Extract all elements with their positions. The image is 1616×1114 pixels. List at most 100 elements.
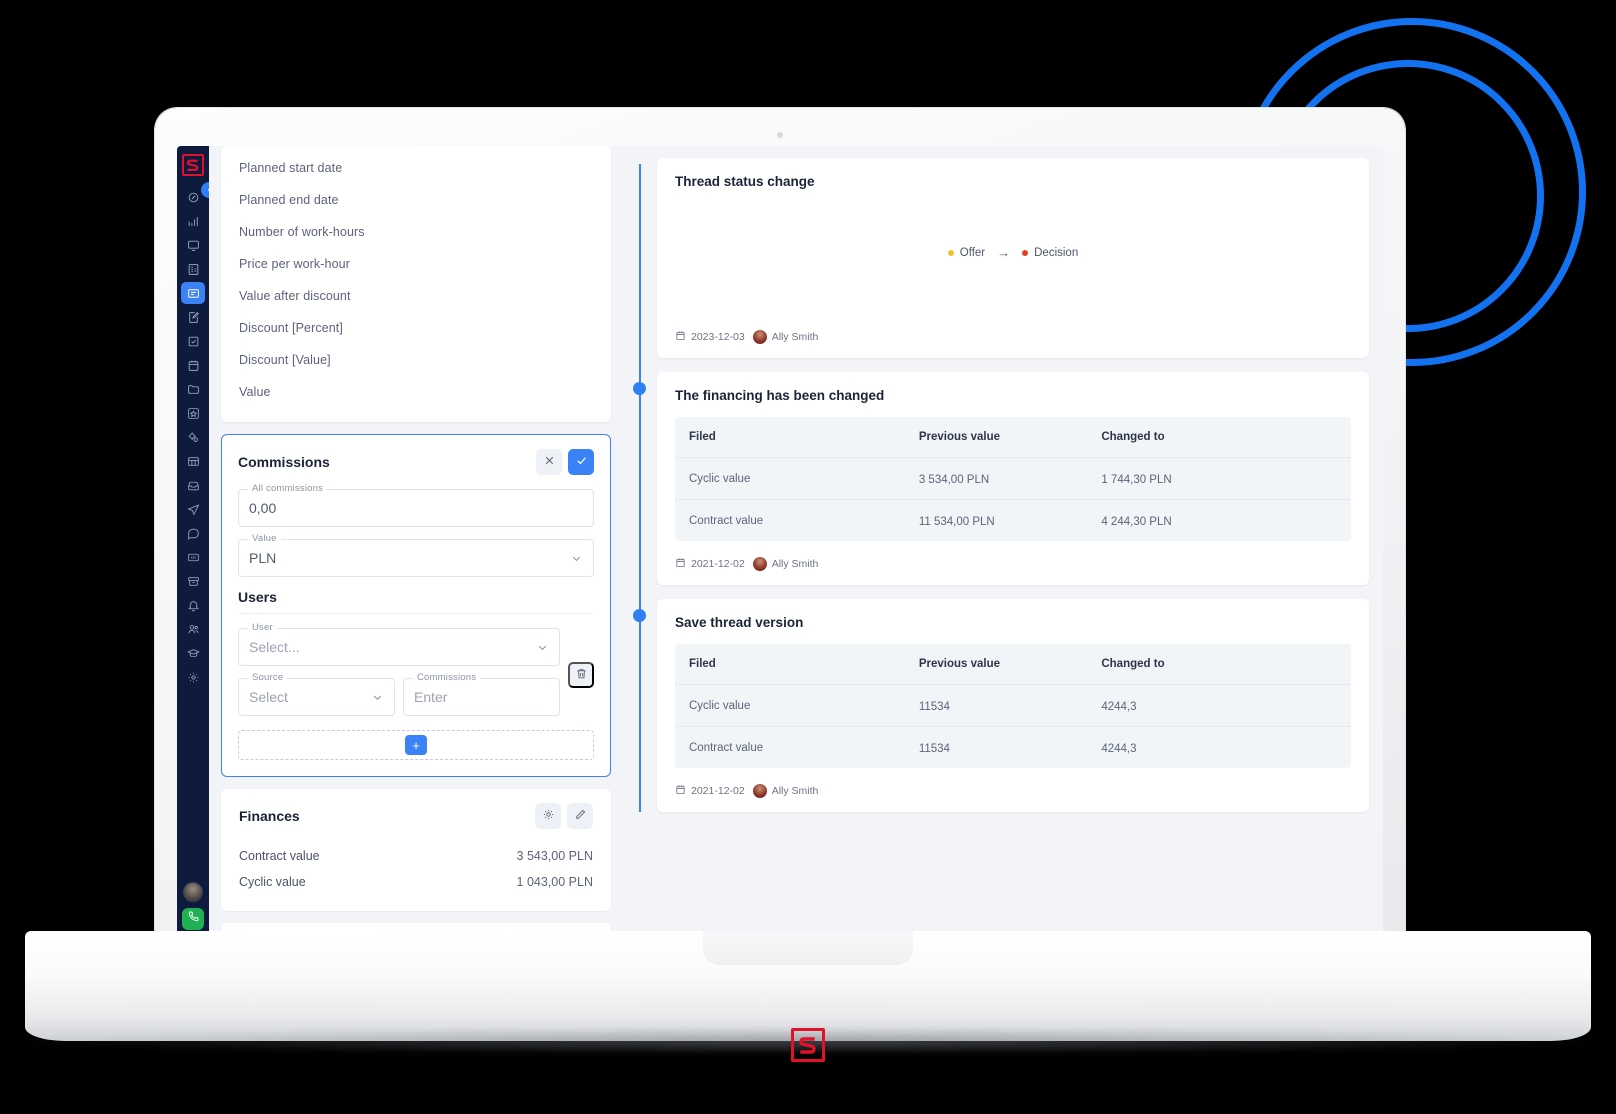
field-number-of-work-hours[interactable]: Number of work-hours (239, 216, 593, 248)
timeline-dot (633, 382, 646, 395)
commissions-cancel-button[interactable] (536, 449, 562, 475)
gears-icon (187, 431, 200, 444)
sidebar-item-notifications[interactable] (181, 594, 205, 616)
author-avatar (752, 330, 767, 344)
source-select[interactable]: Source Select (238, 672, 395, 716)
cell-field: Contract value (675, 499, 905, 541)
sidebar-item-tasks[interactable] (181, 330, 205, 352)
commissions-header: Commissions (238, 449, 594, 475)
source-commission-row: Source Select Commissions Enter (238, 672, 560, 728)
message-box-icon (187, 287, 200, 300)
finances-title: Finances (239, 808, 300, 824)
thread-details-column: Planned start date Planned end date Numb… (209, 146, 623, 936)
sidebar-item-chat[interactable] (181, 522, 205, 544)
chevron-down-icon (536, 641, 549, 654)
table-row: Contract value 11 534,00 PLN 4 244,30 PL… (675, 499, 1351, 541)
column-header-changed-to: Changed to (1087, 644, 1351, 685)
currency-select[interactable]: Value PLN (238, 533, 594, 577)
table-row: Cyclic value 3 534,00 PLN 1 744,30 PLN (675, 457, 1351, 500)
kpi-icon: KPI (187, 551, 200, 564)
users-divider (238, 613, 594, 614)
sidebar-item-inbox[interactable] (181, 474, 205, 496)
add-user-dropzone[interactable]: + (238, 730, 594, 760)
field-discount-percent[interactable]: Discount [Percent] (239, 312, 593, 344)
cell-previous-value: 11 534,00 PLN (904, 499, 1088, 541)
scene-root: ‹ (0, 0, 1616, 1114)
sidebar-item-reports[interactable] (181, 258, 205, 280)
sidebar-item-training[interactable] (181, 642, 205, 664)
event-title: Thread status change (675, 174, 815, 189)
table-header-row: Filed Previous value Changed to (675, 417, 1351, 458)
cell-field: Cyclic value (675, 684, 905, 727)
field-discount-value[interactable]: Discount [Value] (239, 344, 593, 376)
field-planned-start-date[interactable]: Planned start date (239, 152, 593, 184)
sidebar-item-favorites[interactable] (181, 402, 205, 424)
field-value[interactable]: Value (239, 376, 593, 408)
status-chip-from: Offer (947, 247, 985, 259)
cell-previous-value: 11534 (904, 726, 1088, 768)
table-grid-icon (187, 455, 200, 468)
sidebar-item-contacts[interactable] (181, 618, 205, 640)
thread-fields-card: Planned start date Planned end date Numb… (221, 146, 611, 422)
calendar-icon (675, 784, 686, 798)
timeline-item: Thread status change Offer → Decision 20… (657, 158, 1369, 358)
change-table: Filed Previous value Changed to Cyclic v… (675, 417, 1351, 541)
commission-amount-input[interactable]: Commissions Enter (403, 672, 560, 716)
user-select[interactable]: User Select... (238, 622, 560, 666)
finances-header: Finances (239, 803, 593, 829)
sidebar-item-settings[interactable] (181, 666, 205, 688)
finances-value: 1 043,00 PLN (516, 875, 593, 889)
event-card-thread-status-change[interactable]: Thread status change Offer → Decision 20… (657, 158, 1369, 358)
column-header-field: Filed (675, 644, 905, 685)
commissions-confirm-button[interactable] (568, 449, 594, 475)
commissions-title: Commissions (238, 454, 330, 470)
table-row: Cyclic value 11534 4244,3 (675, 684, 1351, 727)
finances-label: Contract value (239, 849, 320, 863)
timeline-item: Save thread version Filed Previous value… (633, 599, 1369, 812)
graduation-cap-icon (186, 647, 200, 660)
star-box-icon (187, 407, 200, 420)
sidebar-item-send[interactable] (181, 498, 205, 520)
delete-user-row-button[interactable] (568, 662, 594, 688)
sidebar-item-files[interactable] (181, 378, 205, 400)
sidebar-item-automation[interactable] (181, 426, 205, 448)
users-section-title: Users (238, 589, 277, 605)
status-chip-to: Decision (1022, 247, 1078, 259)
event-meta: 2021-12-02 Ally Smith (675, 784, 1351, 798)
user-avatar[interactable] (183, 882, 203, 902)
change-table-head: Filed Previous value Changed to (675, 417, 1351, 458)
field-price-per-work-hour[interactable]: Price per work-hour (239, 248, 593, 280)
finances-settings-button[interactable] (535, 803, 561, 829)
timeline-line (639, 164, 641, 812)
source-label: Source (248, 672, 288, 683)
sidebar-item-kpi[interactable]: KPI (181, 546, 205, 568)
chat-bubble-icon (187, 527, 200, 540)
building-chart-icon (187, 263, 200, 276)
sidebar-item-monitor[interactable] (181, 234, 205, 256)
percent-badge-icon (187, 191, 200, 204)
sidebar-item-analytics[interactable] (181, 210, 205, 232)
phone-action-button[interactable] (182, 908, 204, 930)
sidebar-item-archive[interactable] (181, 570, 205, 592)
event-card-save-thread-version[interactable]: Save thread version Filed Previous value… (657, 599, 1369, 812)
event-author-group: Ally Smith (752, 784, 818, 798)
status-label-to: Decision (1034, 246, 1079, 259)
all-commissions-field[interactable]: All commissions 0,00 (238, 483, 594, 527)
analytics-chart-icon (187, 215, 200, 228)
finances-edit-button[interactable] (567, 803, 593, 829)
sidebar-item-calendar[interactable] (181, 354, 205, 376)
event-card-financing-changed[interactable]: The financing has been changed Filed Pre… (657, 372, 1369, 585)
add-user-button[interactable]: + (405, 735, 427, 755)
main-sidebar[interactable]: ‹ (177, 146, 217, 936)
finances-row-contract-value: Contract value 3 543,00 PLN (239, 843, 593, 869)
sidebar-item-documents[interactable] (181, 306, 205, 328)
sidebar-item-threads[interactable] (181, 282, 205, 304)
brand-logo-icon[interactable] (182, 154, 204, 176)
checklist-icon (187, 335, 200, 348)
change-table-body: Cyclic value 3 534,00 PLN 1 744,30 PLN C… (675, 457, 1351, 541)
field-value-after-discount[interactable]: Value after discount (239, 280, 593, 312)
sidebar-item-grid[interactable] (181, 450, 205, 472)
activity-timeline-column: Thread status change Offer → Decision 20… (623, 146, 1383, 936)
field-planned-end-date[interactable]: Planned end date (239, 184, 593, 216)
event-title: Save thread version (675, 615, 804, 630)
